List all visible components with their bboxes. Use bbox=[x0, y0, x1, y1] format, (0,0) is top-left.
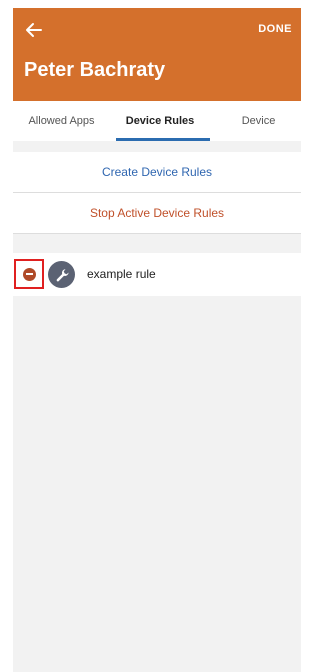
done-button[interactable]: DONE bbox=[258, 23, 292, 35]
remove-rule-button[interactable] bbox=[14, 259, 44, 289]
arrow-left-icon bbox=[26, 23, 42, 37]
create-device-rules-button[interactable]: Create Device Rules bbox=[13, 152, 301, 192]
tab-device[interactable]: Device bbox=[216, 101, 301, 141]
tab-device-rules[interactable]: Device Rules bbox=[110, 101, 210, 141]
remove-icon bbox=[22, 267, 36, 281]
list-item[interactable]: example rule bbox=[13, 253, 301, 296]
app-bar: DONE Peter Bachraty bbox=[13, 8, 301, 101]
tab-selected-indicator bbox=[116, 138, 210, 141]
page-title: Peter Bachraty bbox=[24, 59, 166, 81]
tab-bar: Allowed Apps Device Rules Device bbox=[13, 101, 301, 141]
app-screen: DONE Peter Bachraty Allowed Apps Device … bbox=[13, 8, 301, 672]
tab-allowed-apps[interactable]: Allowed Apps bbox=[13, 101, 110, 141]
divider bbox=[13, 233, 301, 234]
back-button[interactable] bbox=[23, 20, 45, 40]
rule-name: example rule bbox=[87, 267, 156, 281]
stop-active-device-rules-button[interactable]: Stop Active Device Rules bbox=[13, 193, 301, 233]
wrench-icon bbox=[48, 261, 75, 288]
